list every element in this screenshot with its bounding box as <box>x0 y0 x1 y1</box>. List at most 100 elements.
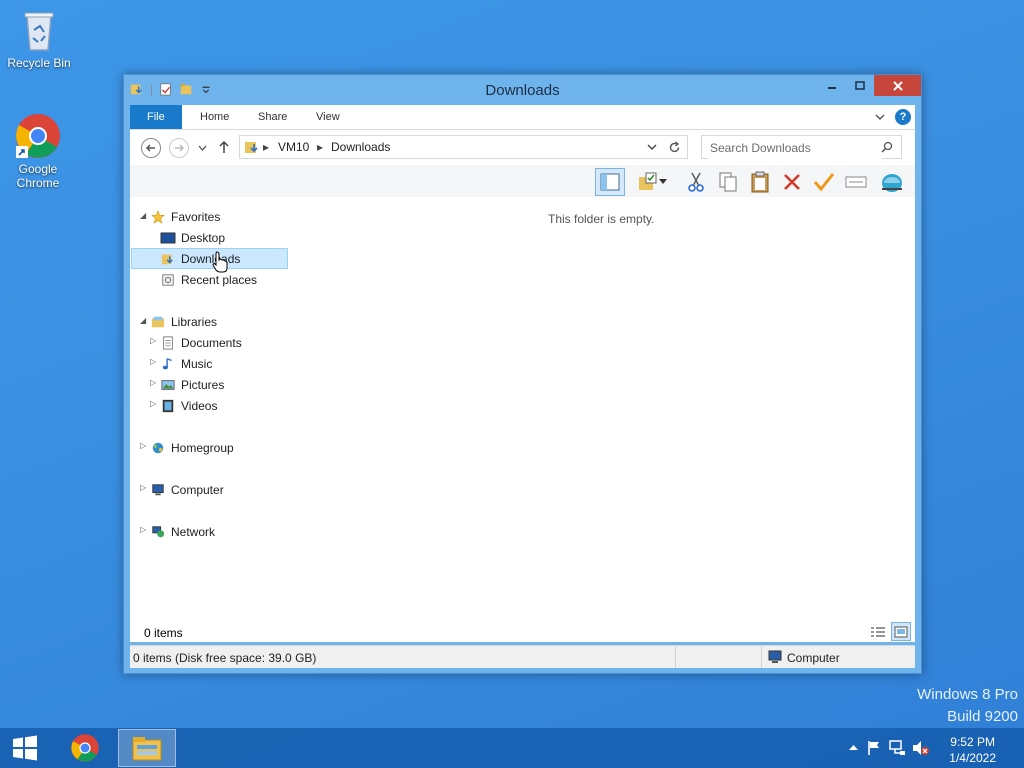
apply-button[interactable] <box>811 169 837 195</box>
globe-icon <box>882 174 902 192</box>
address-history-dropdown-icon[interactable] <box>647 144 657 151</box>
delete-button[interactable] <box>779 169 805 195</box>
search-input[interactable] <box>708 137 882 159</box>
tree-libraries[interactable]: ◢ Libraries <box>140 311 217 332</box>
window-title: Downloads <box>485 82 560 99</box>
preview-pane-button[interactable] <box>595 168 625 196</box>
tab-view[interactable]: View <box>302 105 354 129</box>
tree-item-desktop[interactable]: Desktop <box>160 227 225 248</box>
network-status-icon[interactable] <box>889 740 906 756</box>
caret-down-icon <box>659 179 667 184</box>
expand-arrow-icon[interactable]: ▷ <box>140 441 148 450</box>
collapse-arrow-icon[interactable]: ◢ <box>140 316 148 325</box>
recycle-bin-label: Recycle Bin <box>7 56 71 70</box>
chrome-icon <box>14 112 62 160</box>
tree-favorites[interactable]: ◢ Favorites <box>140 206 220 227</box>
maximize-button[interactable] <box>846 75 874 96</box>
details-view-icon <box>871 627 885 637</box>
tree-label-network: Network <box>171 524 216 539</box>
title-bar[interactable]: | Downloads <box>124 75 921 105</box>
taskbar-chrome[interactable] <box>56 729 114 767</box>
details-view-button[interactable] <box>869 624 887 640</box>
tab-file[interactable]: File <box>130 105 182 129</box>
navigation-bar: ▸ VM10 ▸ Downloads <box>130 130 915 165</box>
clock-date: 1/4/2022 <box>949 751 996 765</box>
navigation-pane: ◢ Favorites Desktop Downloads Recent pla… <box>130 197 290 642</box>
videos-icon <box>162 399 174 412</box>
tree-network[interactable]: ▷ Network <box>140 521 215 542</box>
hand-cursor-icon <box>212 251 228 273</box>
expand-arrow-icon[interactable]: ▷ <box>150 336 158 345</box>
expand-arrow-icon[interactable]: ▷ <box>140 525 148 534</box>
help-icon[interactable]: ? <box>895 109 911 125</box>
back-button[interactable] <box>141 138 161 158</box>
recycle-bin-desktop-icon[interactable]: Recycle Bin <box>1 6 77 70</box>
clock-time: 9:52 PM <box>950 735 995 749</box>
breadcrumb-separator-icon[interactable]: ▸ <box>263 140 269 154</box>
watermark-build: Build 9200 <box>947 708 1018 725</box>
tree-label-computer: Computer <box>171 482 224 497</box>
desktop-icon <box>160 232 176 243</box>
search-icon[interactable] <box>881 141 893 153</box>
preview-pane-icon <box>600 173 620 191</box>
tree-item-recent-places[interactable]: Recent places <box>160 269 257 290</box>
tree-item-pictures[interactable]: ▷ Pictures <box>150 374 224 395</box>
recent-places-icon <box>162 273 174 286</box>
copy-button[interactable] <box>715 169 741 195</box>
search-box[interactable] <box>701 135 902 159</box>
expand-arrow-icon[interactable]: ▷ <box>150 357 158 366</box>
windows-watermark: Windows 8 Pro Build 9200 <box>917 684 1018 728</box>
status-bar: 0 items (Disk free space: 39.0 GB) Compu… <box>130 645 915 668</box>
pictures-icon <box>161 379 175 390</box>
rename-button[interactable] <box>843 169 869 195</box>
tree-item-documents[interactable]: ▷ Documents <box>150 332 242 353</box>
expand-arrow-icon[interactable]: ▷ <box>140 483 148 492</box>
action-center-flag-icon[interactable] <box>866 740 882 756</box>
status-disk-space: 0 items (Disk free space: 39.0 GB) <box>133 651 317 665</box>
internet-options-button[interactable] <box>879 169 905 195</box>
status-location: Computer <box>787 651 840 665</box>
delete-icon <box>784 174 800 190</box>
start-button[interactable] <box>0 729 50 767</box>
tree-homegroup[interactable]: ▷ Homegroup <box>140 437 234 458</box>
chrome-icon <box>71 734 99 762</box>
select-dropdown-button[interactable] <box>657 169 669 195</box>
refresh-icon[interactable] <box>668 141 681 154</box>
tree-item-videos[interactable]: ▷ Videos <box>150 395 217 416</box>
item-count: 0 items <box>144 626 183 640</box>
taskbar-file-explorer[interactable] <box>118 729 176 767</box>
address-bar[interactable]: ▸ VM10 ▸ Downloads <box>239 135 688 159</box>
command-toolbar <box>130 165 915 198</box>
tree-label-favorites: Favorites <box>171 209 221 224</box>
volume-muted-icon[interactable] <box>912 740 930 756</box>
show-hidden-icons-icon[interactable] <box>849 744 858 751</box>
expand-arrow-icon[interactable]: ▷ <box>150 378 158 387</box>
back-arrow-icon <box>145 144 155 152</box>
paste-button[interactable] <box>747 169 773 195</box>
recent-locations-icon[interactable] <box>198 145 207 151</box>
expand-arrow-icon[interactable]: ▷ <box>150 399 158 408</box>
close-button[interactable] <box>874 75 921 96</box>
tree-label-homegroup: Homegroup <box>171 440 234 455</box>
tree-item-downloads[interactable]: Downloads <box>160 248 240 269</box>
expand-ribbon-icon[interactable] <box>875 113 885 121</box>
clock[interactable]: 9:52 PM 1/4/2022 <box>949 734 996 766</box>
breadcrumb-vm10[interactable]: VM10 <box>278 140 309 154</box>
tab-home[interactable]: Home <box>186 105 243 129</box>
breadcrumb-separator-icon[interactable]: ▸ <box>317 140 323 154</box>
collapse-arrow-icon[interactable]: ◢ <box>140 211 148 220</box>
chrome-desktop-icon[interactable]: Google Chrome <box>0 112 76 190</box>
tree-computer[interactable]: ▷ Computer <box>140 479 224 500</box>
cut-button[interactable] <box>683 169 709 195</box>
large-icons-view-button[interactable] <box>891 622 911 641</box>
folder-check-icon <box>639 172 657 190</box>
tab-share[interactable]: Share <box>244 105 301 129</box>
downloads-folder-icon <box>161 254 173 264</box>
tree-item-music[interactable]: ▷ Music <box>150 353 212 374</box>
forward-arrow-icon <box>175 144 185 152</box>
breadcrumb-downloads[interactable]: Downloads <box>331 140 390 154</box>
up-arrow-icon[interactable] <box>218 140 230 154</box>
downloads-folder-icon <box>245 142 258 153</box>
forward-button[interactable] <box>169 138 189 158</box>
minimize-button[interactable] <box>818 75 846 96</box>
